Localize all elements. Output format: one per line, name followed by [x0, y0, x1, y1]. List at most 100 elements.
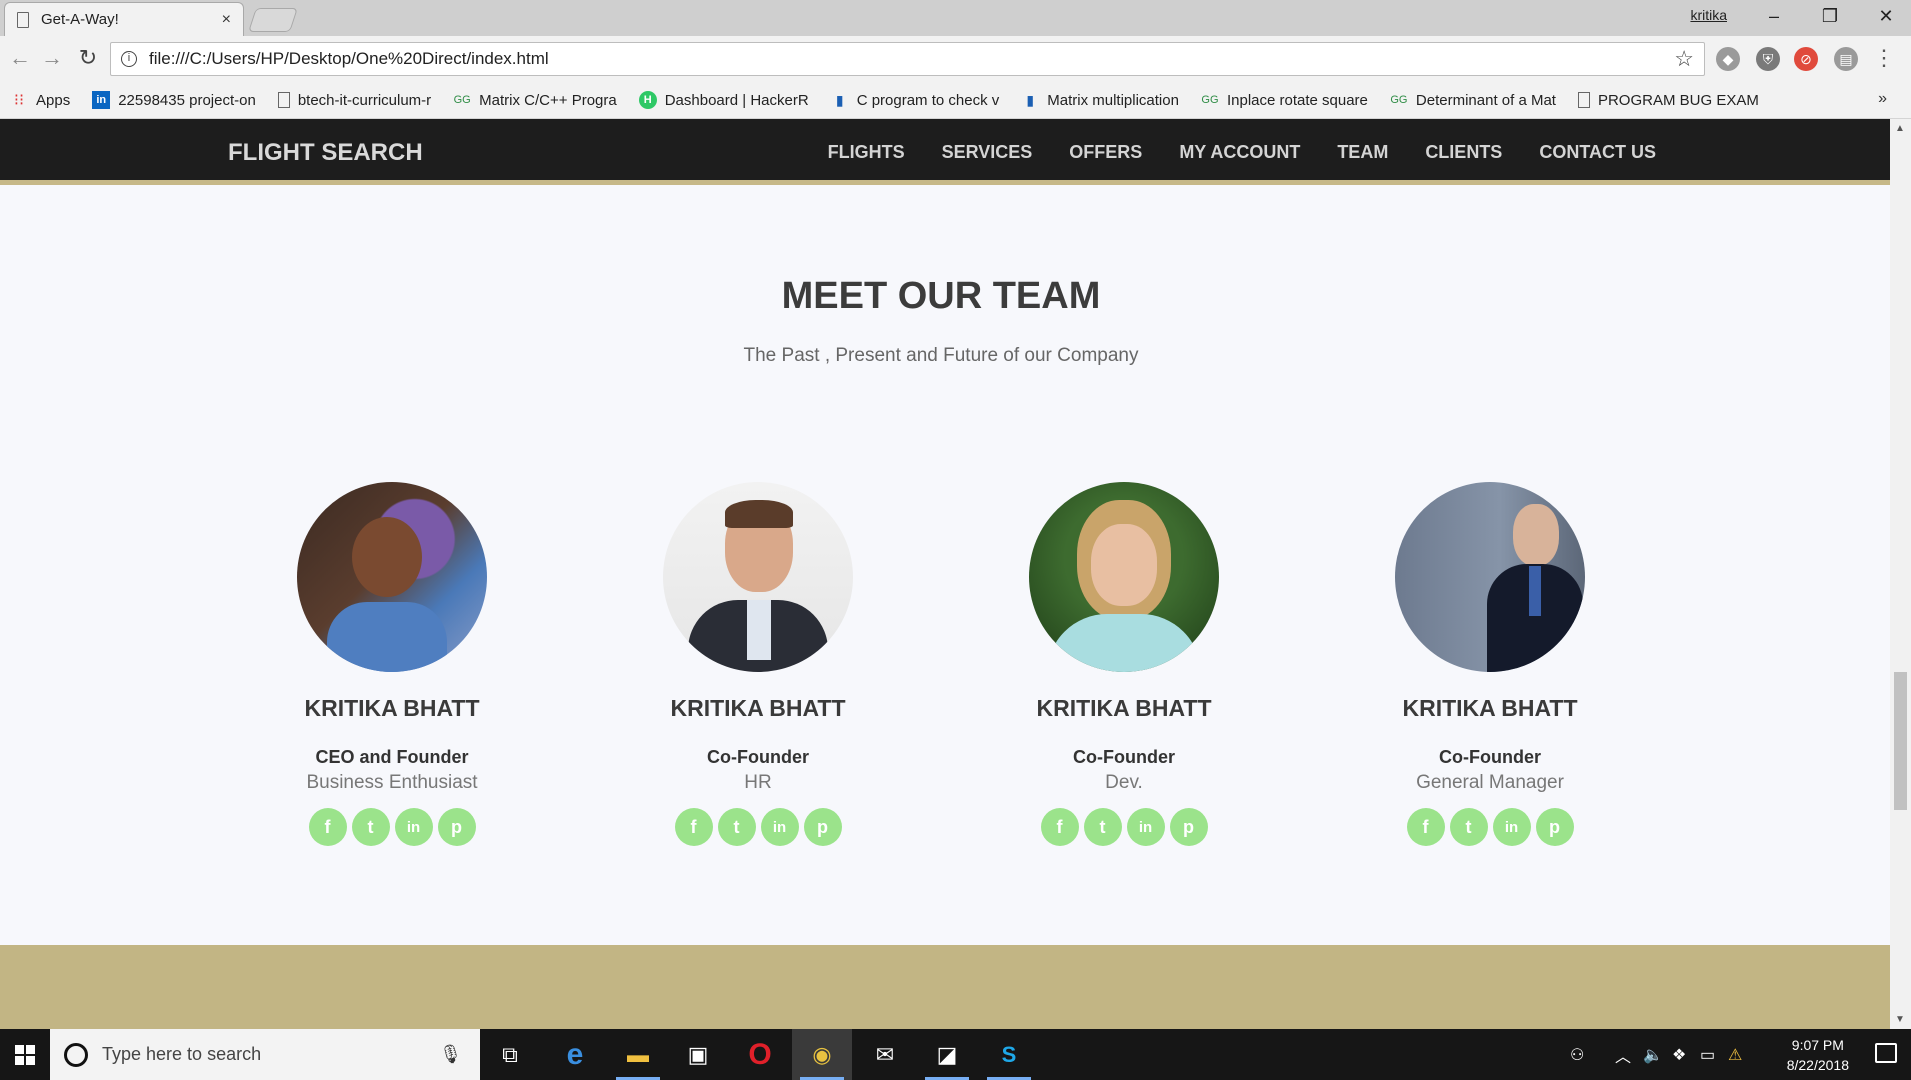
- dropbox-icon[interactable]: ❖: [1672, 1029, 1686, 1080]
- wifi-icon[interactable]: ⚠: [1728, 1029, 1742, 1080]
- bookmark-item[interactable]: GG Inplace rotate square: [1201, 91, 1368, 109]
- nav-team[interactable]: TEAM: [1337, 142, 1388, 163]
- volume-icon[interactable]: 🔈: [1643, 1029, 1663, 1080]
- member-dept: General Manager: [1416, 772, 1564, 793]
- shield-icon[interactable]: ⛨: [1756, 47, 1780, 71]
- extension-icon[interactable]: ◆: [1716, 47, 1740, 71]
- facebook-icon[interactable]: f: [674, 808, 713, 846]
- member-photo: [1029, 482, 1219, 672]
- restore-icon[interactable]: ❐: [1802, 0, 1858, 32]
- clock-time: 9:07 PM: [1791, 1037, 1844, 1053]
- nav-my-account[interactable]: MY ACCOUNT: [1179, 142, 1300, 163]
- facebook-icon[interactable]: f: [1406, 808, 1445, 846]
- pinterest-icon[interactable]: p: [437, 808, 476, 846]
- bookmark-icon: ▮: [1026, 91, 1035, 108]
- member-name: KRITIKA BHATT: [670, 695, 846, 721]
- taskbar-clock[interactable]: 9:07 PM 8/22/2018: [1787, 1035, 1849, 1075]
- page-viewport: FLIGHT SEARCH FLIGHTS SERVICES OFFERS MY…: [0, 119, 1890, 1029]
- page-scrollbar[interactable]: ▲ ▼: [1890, 119, 1911, 1029]
- bookmark-item[interactable]: in 22598435 project-on: [92, 91, 256, 109]
- linkedin-icon[interactable]: in: [1126, 808, 1165, 846]
- bookmark-label: Inplace rotate square: [1226, 91, 1368, 109]
- nav-clients[interactable]: CLIENTS: [1425, 142, 1502, 163]
- geeksforgeeks-icon: GG: [453, 94, 471, 106]
- sticky-notes-icon[interactable]: ◪: [917, 1029, 977, 1080]
- edge-icon[interactable]: e: [545, 1029, 605, 1080]
- bookmark-item[interactable]: btech-it-curriculum-r: [277, 92, 431, 109]
- task-view-icon[interactable]: ⧉: [480, 1029, 540, 1080]
- new-tab-button[interactable]: [248, 8, 298, 32]
- action-center-icon[interactable]: [1875, 1043, 1897, 1063]
- browser-tab[interactable]: Get-A-Way! ×: [4, 2, 244, 36]
- site-navbar: FLIGHT SEARCH FLIGHTS SERVICES OFFERS MY…: [0, 119, 1890, 185]
- bookmark-item[interactable]: H Dashboard | HackerR: [638, 91, 809, 109]
- bookmark-label: 22598435 project-on: [118, 91, 256, 109]
- member-dept: HR: [744, 772, 772, 793]
- bookmark-label: Dashboard | HackerR: [664, 91, 809, 109]
- twitter-icon[interactable]: t: [1449, 808, 1488, 846]
- store-icon[interactable]: ▣: [668, 1029, 728, 1080]
- document-icon: [277, 92, 290, 108]
- battery-icon[interactable]: ▭: [1700, 1029, 1715, 1080]
- bookmark-item[interactable]: GG Matrix C/C++ Progra: [453, 91, 617, 109]
- clipboard-icon[interactable]: ▤: [1834, 47, 1858, 71]
- linkedin-icon[interactable]: in: [394, 808, 433, 846]
- facebook-icon[interactable]: f: [1040, 808, 1079, 846]
- scroll-down-icon[interactable]: ▼: [1895, 1014, 1905, 1025]
- people-icon[interactable]: ⚇: [1570, 1029, 1584, 1080]
- bookmark-icon: ▮: [835, 91, 844, 108]
- member-photo: [297, 482, 487, 672]
- pinterest-icon[interactable]: p: [1535, 808, 1574, 846]
- facebook-icon[interactable]: f: [308, 808, 347, 846]
- skype-icon[interactable]: S: [979, 1029, 1039, 1080]
- section-title: MEET OUR TEAM: [781, 275, 1101, 317]
- show-hidden-icons[interactable]: ︿: [1615, 1029, 1631, 1080]
- back-icon[interactable]: ←: [6, 44, 34, 72]
- linkedin-icon[interactable]: in: [1492, 808, 1531, 846]
- close-window-icon[interactable]: ✕: [1858, 0, 1911, 32]
- profile-name[interactable]: kritika: [1690, 7, 1727, 23]
- chrome-icon[interactable]: ◉: [792, 1029, 852, 1080]
- reload-icon[interactable]: ↻: [74, 44, 102, 72]
- address-bar[interactable]: i file:///C:/Users/HP/Desktop/One%20Dire…: [110, 42, 1705, 76]
- file-explorer-icon[interactable]: ▬: [608, 1029, 668, 1080]
- social-links: f t in p: [1350, 808, 1630, 846]
- bookmark-item[interactable]: ▮ C program to check v: [831, 91, 999, 109]
- bookmark-star-icon[interactable]: ☆: [1674, 46, 1694, 72]
- scrollbar-thumb[interactable]: [1894, 672, 1907, 810]
- url-text[interactable]: file:///C:/Users/HP/Desktop/One%20Direct…: [149, 49, 1674, 69]
- forward-icon[interactable]: →: [38, 44, 66, 72]
- section-subtitle: The Past , Present and Future of our Com…: [743, 345, 1139, 366]
- nav-flights[interactable]: FLIGHTS: [828, 142, 905, 163]
- bookmark-item[interactable]: ⁝⁝ Apps: [10, 91, 70, 110]
- minimize-icon[interactable]: –: [1746, 0, 1802, 32]
- blocker-icon[interactable]: ⊘: [1794, 47, 1818, 71]
- linkedin-icon[interactable]: in: [760, 808, 799, 846]
- bookmark-item[interactable]: ▮ Matrix multiplication: [1021, 91, 1179, 109]
- scroll-up-icon[interactable]: ▲: [1895, 123, 1905, 134]
- bookmark-item[interactable]: PROGRAM BUG EXAM: [1577, 92, 1759, 109]
- nav-contact-us[interactable]: CONTACT US: [1539, 142, 1656, 163]
- nav-offers[interactable]: OFFERS: [1069, 142, 1142, 163]
- info-icon[interactable]: i: [121, 51, 137, 67]
- more-bookmarks-icon[interactable]: »: [1878, 90, 1887, 108]
- nav-services[interactable]: SERVICES: [942, 142, 1033, 163]
- opera-icon[interactable]: O: [730, 1029, 790, 1080]
- search-placeholder: Type here to search: [102, 1044, 262, 1064]
- pinterest-icon[interactable]: p: [803, 808, 842, 846]
- bookmark-item[interactable]: GG Determinant of a Mat: [1390, 91, 1556, 109]
- menu-icon[interactable]: ⋮: [1870, 44, 1898, 72]
- microphone-icon[interactable]: 🎙: [439, 1044, 462, 1065]
- social-links: f t in p: [252, 808, 532, 846]
- site-menu: FLIGHTS SERVICES OFFERS MY ACCOUNT TEAM …: [828, 142, 1656, 163]
- twitter-icon[interactable]: t: [717, 808, 756, 846]
- start-button[interactable]: [0, 1029, 50, 1080]
- pinterest-icon[interactable]: p: [1169, 808, 1208, 846]
- close-tab-icon[interactable]: ×: [222, 11, 231, 29]
- mail-icon[interactable]: ✉: [855, 1029, 915, 1080]
- member-role: Co-Founder: [1439, 747, 1541, 767]
- twitter-icon[interactable]: t: [1083, 808, 1122, 846]
- taskbar-search[interactable]: Type here to search 🎙: [50, 1029, 480, 1080]
- twitter-icon[interactable]: t: [351, 808, 390, 846]
- site-brand[interactable]: FLIGHT SEARCH: [228, 139, 423, 167]
